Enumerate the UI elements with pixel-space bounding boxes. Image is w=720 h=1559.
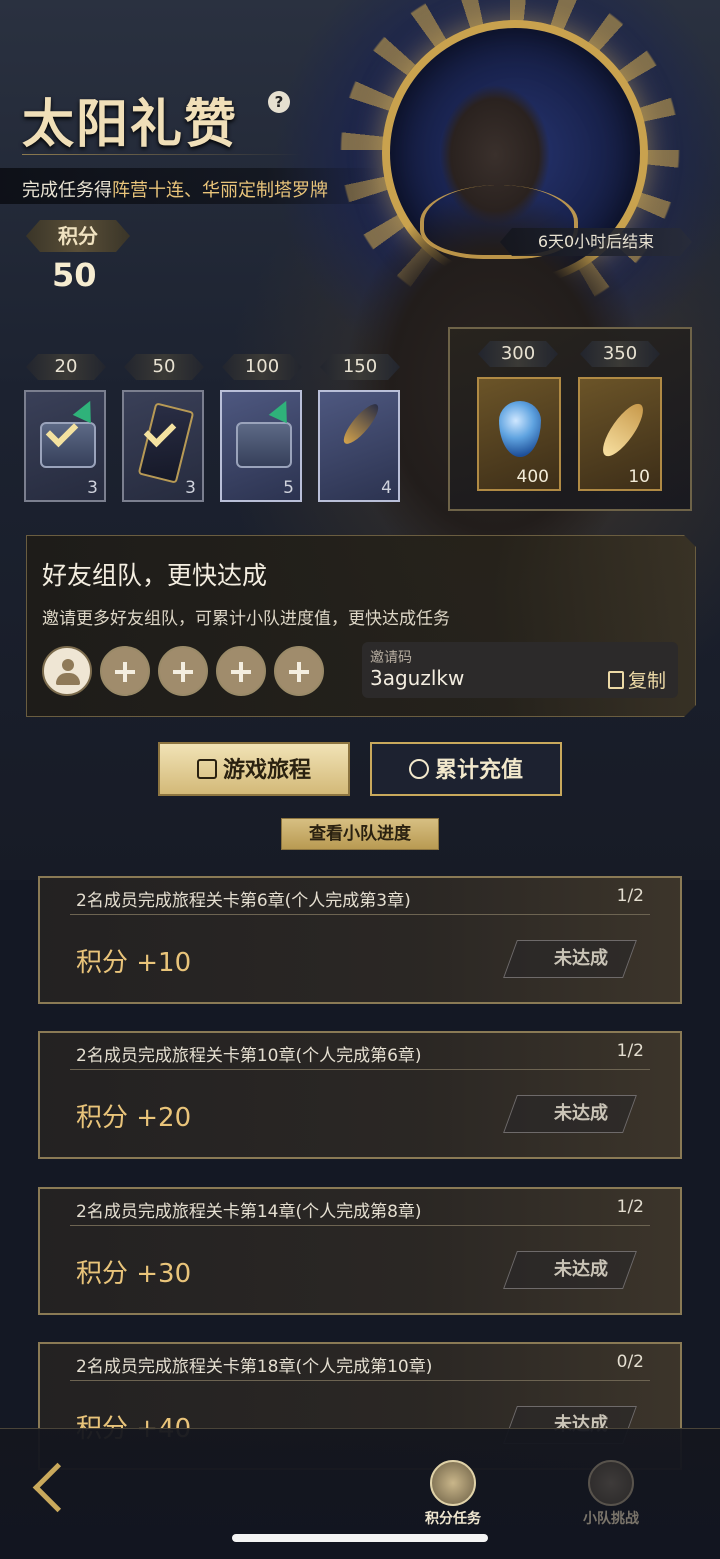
- task-card: 2名成员完成旅程关卡第6章(个人完成第3章) 1/2 积分 +10 未达成: [38, 876, 682, 1004]
- recharge-icon: [408, 759, 429, 779]
- upgrade-arrow-icon: [72, 396, 100, 424]
- invite-slot-button[interactable]: [158, 646, 208, 696]
- reward-card[interactable]: 3: [122, 390, 204, 502]
- golden-feather-icon: [596, 398, 650, 462]
- person-icon-body: [56, 673, 80, 685]
- reward-threshold: 100: [222, 354, 302, 380]
- task-reward: 积分 +20: [76, 1103, 192, 1133]
- coin-stack-icon: [430, 1460, 476, 1506]
- team-title: 好友组队，更快达成: [42, 561, 268, 590]
- task-status-button[interactable]: 未达成: [554, 1255, 608, 1281]
- tarot-card-icon: [137, 402, 195, 484]
- task-description: 2名成员完成旅程关卡第14章(个人完成第8章): [76, 1202, 422, 1222]
- invite-slot-button[interactable]: [216, 646, 266, 696]
- task-progress: 1/2: [616, 886, 644, 906]
- reward-card[interactable]: 3: [24, 390, 106, 502]
- nav-team-challenge-label: 小队挑战: [583, 1511, 639, 1527]
- task-divider: [70, 1069, 650, 1070]
- task-divider: [70, 1225, 650, 1226]
- task-card: 2名成员完成旅程关卡第10章(个人完成第6章) 1/2 积分 +20 未达成: [38, 1031, 682, 1159]
- reward-card[interactable]: 5: [220, 390, 302, 502]
- chest-icon: [236, 422, 292, 468]
- task-progress: 0/2: [616, 1352, 644, 1372]
- event-title: 太阳礼赞: [22, 94, 239, 155]
- nav-points-tasks[interactable]: 积分任务: [408, 1460, 498, 1527]
- task-progress: 1/2: [616, 1041, 644, 1061]
- map-icon: [196, 759, 217, 779]
- nav-team-challenge[interactable]: 小队挑战: [566, 1460, 656, 1527]
- back-button[interactable]: [30, 1460, 84, 1514]
- feather-icon: [338, 399, 384, 449]
- title-divider: [22, 154, 302, 155]
- subtitle-prefix: 完成任务得: [22, 180, 112, 201]
- task-description: 2名成员完成旅程关卡第10章(个人完成第6章): [76, 1046, 422, 1066]
- bonus-reward-count: 400: [516, 467, 549, 487]
- reward-threshold: 150: [320, 354, 400, 380]
- task-description: 2名成员完成旅程关卡第18章(个人完成第10章): [76, 1357, 433, 1377]
- team-icon: [588, 1460, 634, 1506]
- invite-slot-button[interactable]: [100, 646, 150, 696]
- bonus-reward-card[interactable]: 400: [477, 377, 561, 491]
- points-label: 积分: [26, 220, 130, 252]
- invite-slot-button[interactable]: [274, 646, 324, 696]
- event-timer: 6天0小时后结束: [500, 228, 692, 256]
- bonus-threshold: 300: [478, 341, 558, 367]
- reward-count: 3: [87, 478, 98, 498]
- event-subtitle: 完成任务得阵营十连、华丽定制塔罗牌: [22, 176, 328, 202]
- invite-code-label: 邀请码: [370, 650, 412, 666]
- plus-icon-stem: [239, 662, 243, 682]
- home-indicator: [232, 1534, 488, 1542]
- reward-threshold: 20: [26, 354, 106, 380]
- bonus-threshold: 350: [580, 341, 660, 367]
- view-team-progress-button[interactable]: 查看小队进度: [281, 818, 439, 850]
- nav-points-tasks-label: 积分任务: [425, 1511, 481, 1527]
- task-reward: 积分 +10: [76, 948, 192, 978]
- task-reward: 积分 +30: [76, 1259, 192, 1289]
- points-value: 50: [52, 256, 97, 294]
- reward-threshold: 50: [124, 354, 204, 380]
- copy-button-label: 复制: [628, 670, 667, 692]
- subtitle-highlight: 阵营十连、华丽定制塔罗牌: [112, 180, 328, 201]
- task-status-button[interactable]: 未达成: [554, 1099, 608, 1125]
- upgrade-arrow-icon: [268, 396, 296, 424]
- copy-button[interactable]: 复制: [606, 666, 666, 693]
- bonus-reward-card[interactable]: 10: [578, 377, 662, 491]
- tab-accumulated-recharge[interactable]: 累计充值: [370, 742, 562, 796]
- tab-recharge-label: 累计充值: [434, 758, 523, 783]
- task-status-button[interactable]: 未达成: [554, 944, 608, 970]
- plus-icon-stem: [123, 662, 127, 682]
- reward-count: 4: [381, 478, 392, 498]
- plus-icon-stem: [181, 662, 185, 682]
- member-avatar[interactable]: [42, 646, 92, 696]
- task-description: 2名成员完成旅程关卡第6章(个人完成第3章): [76, 891, 411, 911]
- reward-count: 3: [185, 478, 196, 498]
- person-icon: [62, 659, 74, 671]
- invite-code-value[interactable]: 3aguzlkw: [370, 666, 464, 690]
- help-icon[interactable]: ?: [268, 91, 290, 113]
- team-description: 邀请更多好友组队，可累计小队进度值，更快达成任务: [42, 609, 450, 629]
- back-chevron-icon: [32, 1462, 83, 1513]
- task-card: 2名成员完成旅程关卡第14章(个人完成第8章) 1/2 积分 +30 未达成: [38, 1187, 682, 1315]
- plus-icon-stem: [297, 662, 301, 682]
- task-progress: 1/2: [616, 1197, 644, 1217]
- tab-game-journey-label: 游戏旅程: [222, 758, 311, 783]
- task-divider: [70, 914, 650, 915]
- reward-count: 5: [283, 478, 294, 498]
- crystal-gem-icon: [499, 401, 541, 457]
- bonus-reward-count: 10: [628, 467, 650, 487]
- task-divider: [70, 1380, 650, 1381]
- tab-game-journey[interactable]: 游戏旅程: [158, 742, 350, 796]
- reward-card[interactable]: 4: [318, 390, 400, 502]
